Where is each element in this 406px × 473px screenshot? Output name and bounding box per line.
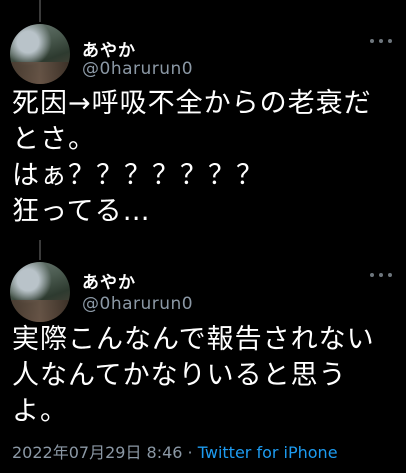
tweet-meta: 2022年07月29日 8:46 · Twitter for iPhone — [12, 439, 338, 463]
separator: · — [182, 443, 198, 462]
source-link[interactable]: Twitter for iPhone — [198, 443, 338, 462]
tweet-text-line: よ。 — [12, 396, 68, 427]
tweet-text-line: 狂ってる… — [12, 196, 151, 227]
more-options-icon[interactable] — [370, 272, 392, 278]
tweet-text-line: 人なんてかなりいると思う — [12, 360, 347, 391]
timestamp[interactable]: 2022年07月29日 8:46 — [12, 443, 182, 462]
user-handle[interactable]: @0harurun0 — [82, 59, 193, 79]
avatar[interactable] — [10, 24, 70, 84]
tweet-text: 死因→呼吸不全からの老衰だ とさ。 はぁ？？？？？？？ 狂ってる… — [12, 86, 398, 230]
tweet-text-line: 実際こんなんで報告されない — [12, 324, 375, 355]
thread-line-middle — [39, 240, 41, 260]
avatar[interactable] — [10, 262, 70, 322]
tweet-text: 実際こんなんで報告されない 人なんてかなりいると思う よ。 — [12, 322, 398, 430]
display-name[interactable]: あやか — [82, 36, 136, 61]
user-handle[interactable]: @0harurun0 — [82, 294, 193, 314]
display-name[interactable]: あやか — [82, 268, 136, 293]
tweet-text-line: 死因→呼吸不全からの老衰だ — [12, 88, 372, 119]
thread-line-top — [39, 0, 41, 22]
tweet-text-line: とさ。 — [12, 124, 96, 155]
tweet-text-line: はぁ？？？？？？？ — [12, 160, 264, 191]
more-options-icon[interactable] — [370, 38, 392, 44]
